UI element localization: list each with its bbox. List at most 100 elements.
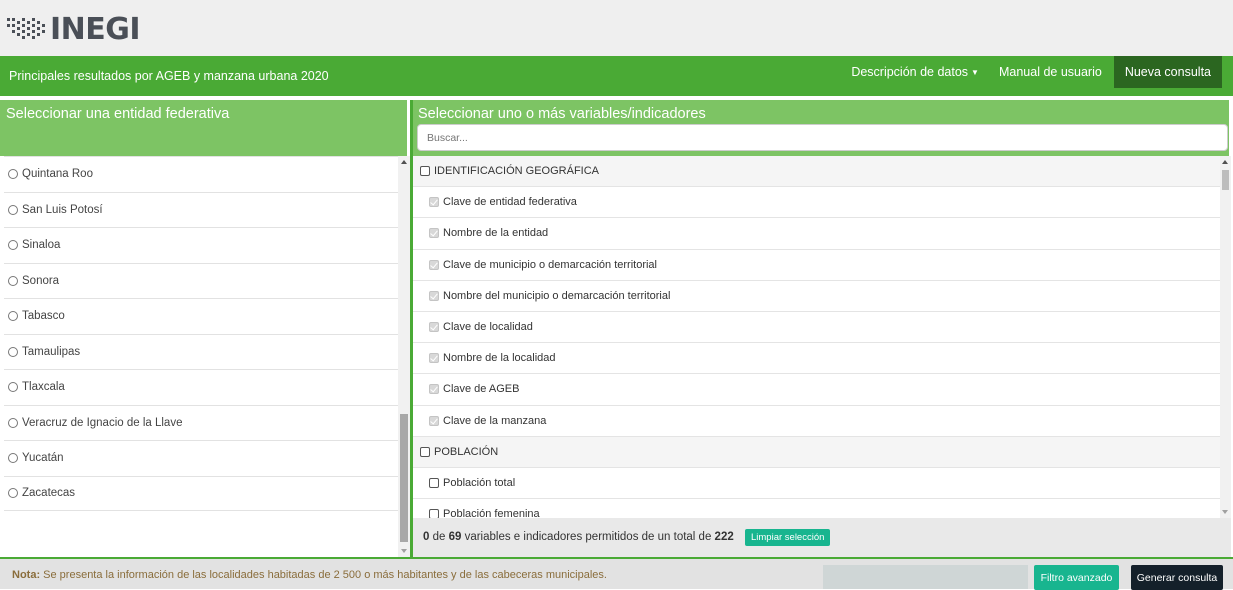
variable-item[interactable]: Población femenina [413,499,1220,518]
variable-group[interactable]: IDENTIFICACIÓN GEOGRÁFICA [413,156,1220,188]
checkbox-icon[interactable] [420,446,430,457]
state-option[interactable]: Zacatecas [4,475,398,511]
inegi-logo-icon [7,18,45,39]
state-option[interactable]: Tabasco [4,298,398,334]
variables-panel-title: Seleccionar uno o más variables/indicado… [418,106,706,122]
radio-icon[interactable] [8,204,18,215]
variable-item: Nombre de la entidad [413,218,1220,250]
footer: Nota: Se presenta la información de las … [0,557,1233,590]
nav-nueva-consulta[interactable]: Nueva consulta [1113,56,1222,88]
checkbox-icon[interactable] [429,509,439,518]
advanced-filter-button[interactable]: Filtro avanzado [1034,565,1119,590]
state-list: Quintana Roo San Luis Potosí Sinaloa Son… [4,156,398,524]
scroll-down-icon[interactable] [1222,510,1228,514]
state-option[interactable]: Quintana Roo [4,156,398,192]
group-label: POBLACIÓN [434,445,499,458]
state-label: Sonora [22,274,60,287]
nav-manual-usuario[interactable]: Manual de usuario [989,56,1112,88]
checkbox-icon[interactable] [429,477,439,488]
state-panel-header: Seleccionar una entidad federativa [0,100,407,156]
variable-item: Nombre del municipio o demarcación terri… [413,281,1220,312]
scroll-up-icon[interactable] [1222,160,1228,164]
checkbox-checked-disabled-icon [429,415,439,426]
state-option[interactable]: Tamaulipas [4,333,398,370]
search-input[interactable] [417,124,1228,151]
radio-icon[interactable] [8,488,18,499]
checkbox-checked-disabled-icon [429,322,439,333]
state-option[interactable]: San Luis Potosí [4,191,398,228]
nav-links: Descripción de datos ▼ Manual de usuario… [841,56,1222,88]
variable-item: Clave de AGEB [413,374,1220,406]
state-label: Yucatán [22,452,64,465]
checkbox-checked-disabled-icon [429,197,439,208]
radio-icon[interactable] [8,240,18,251]
variable-item: Clave de la manzana [413,406,1220,437]
variable-label: Población femenina [443,508,540,518]
radio-icon[interactable] [8,417,18,428]
state-option[interactable]: Tlaxcala [4,369,398,405]
variables-list: IDENTIFICACIÓN GEOGRÁFICA Clave de entid… [413,156,1220,518]
variables-list-scrollbar[interactable] [1220,156,1231,518]
checkbox-checked-disabled-icon [429,290,439,301]
caret-down-icon: ▼ [971,67,979,77]
selection-counter-bar: 0 de 69 variables e indicadores permitid… [413,518,1231,557]
checkbox-checked-disabled-icon [429,228,439,239]
state-option[interactable]: Veracruz de Ignacio de la Llave [4,404,398,441]
radio-icon[interactable] [8,169,18,180]
scroll-up-icon[interactable] [401,160,407,164]
navbar: Principales resultados por AGEB y manzan… [0,56,1233,96]
checkbox-icon[interactable] [420,166,430,177]
state-option[interactable]: Sinaloa [4,227,398,263]
clear-selection-button[interactable]: Limpiar selección [745,529,831,546]
state-label: Sinaloa [22,239,61,252]
state-option[interactable]: Sonora [4,262,398,299]
radio-icon[interactable] [8,453,18,464]
variable-item[interactable]: Población total [413,468,1220,500]
radio-icon[interactable] [8,346,18,357]
footer-blank-panel [823,565,1028,589]
checkbox-checked-disabled-icon [429,353,439,364]
state-label: Veracruz de Ignacio de la Llave [22,416,183,429]
state-list-scrollbar[interactable] [398,156,410,557]
variable-label: Clave de AGEB [443,383,520,396]
state-option[interactable]: Yucatán [4,440,398,476]
checkbox-checked-disabled-icon [429,259,439,270]
radio-icon[interactable] [8,275,18,286]
variable-group[interactable]: POBLACIÓN [413,436,1220,468]
variable-item: Nombre de la localidad [413,343,1220,375]
variables-panel-header: Seleccionar uno o más variables/indicado… [413,100,1229,156]
variable-label: Nombre de la entidad [443,227,549,240]
variable-item: Clave de entidad federativa [413,187,1220,219]
variable-label: Clave de localidad [443,321,533,334]
state-label: Zacatecas [22,487,76,500]
variable-label: Clave de municipio o demarcación territo… [443,258,657,271]
scroll-down-icon[interactable] [401,549,407,553]
variable-label: Nombre de la localidad [443,352,556,365]
radio-icon[interactable] [8,311,18,322]
state-label: Tlaxcala [22,381,65,394]
footer-note: Nota: Se presenta la información de las … [12,569,607,581]
logo-bar: INEGI [0,0,1233,56]
variable-label: Población total [443,476,516,489]
state-label: Tamaulipas [22,345,81,358]
app-title: Principales resultados por AGEB y manzan… [9,69,329,83]
nav-descripcion-label: Descripción de datos [851,65,969,79]
radio-icon[interactable] [8,382,18,393]
variable-label: Clave de entidad federativa [443,196,577,209]
state-label: Quintana Roo [22,168,93,181]
variable-item: Clave de municipio o demarcación territo… [413,250,1220,281]
checkbox-checked-disabled-icon [429,384,439,395]
variable-label: Nombre del municipio o demarcación terri… [443,289,671,302]
group-label: IDENTIFICACIÓN GEOGRÁFICA [434,165,600,178]
logo-text: INEGI [50,11,141,47]
state-panel-title: Seleccionar una entidad federativa [6,106,230,122]
variable-item: Clave de localidad [413,312,1220,344]
state-label: Tabasco [22,310,65,323]
variable-label: Clave de la manzana [443,414,547,427]
state-label: San Luis Potosí [22,203,103,216]
scrollbar-thumb[interactable] [1222,170,1229,190]
nav-descripcion-datos[interactable]: Descripción de datos ▼ [841,56,989,88]
scrollbar-thumb[interactable] [400,414,408,542]
generate-query-button[interactable]: Generar consulta [1131,565,1223,590]
inegi-logo[interactable]: INEGI [6,11,141,47]
